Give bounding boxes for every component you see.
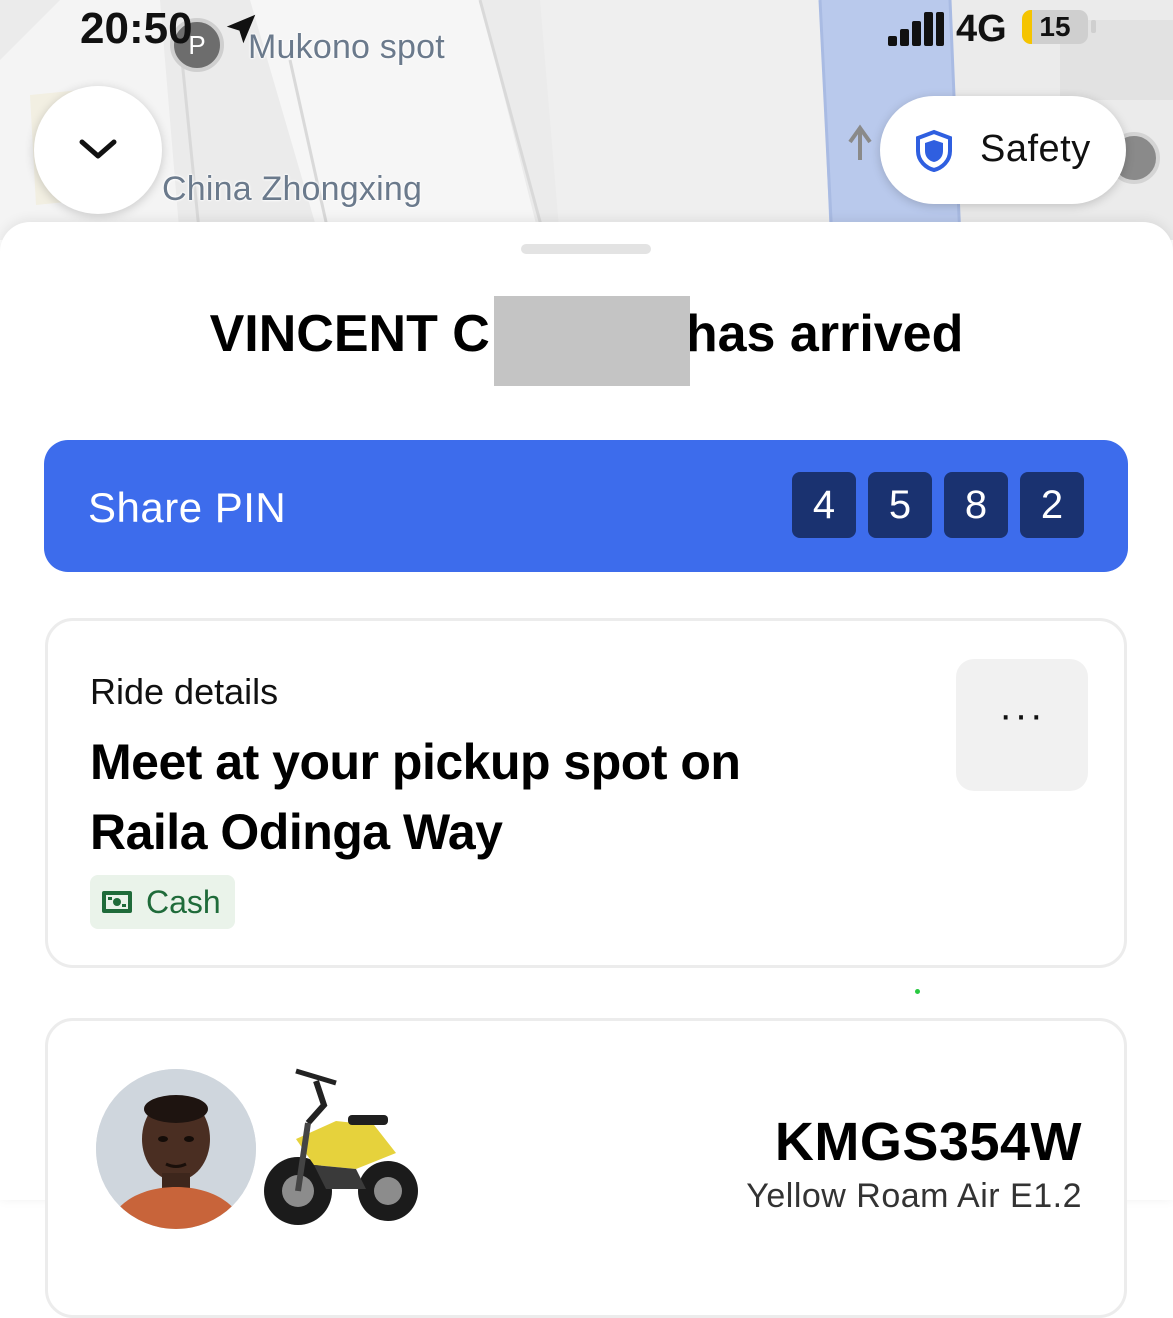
- ride-details-card[interactable]: Ride details Meet at your pickup spot on…: [45, 618, 1127, 968]
- more-options-icon: ···: [999, 693, 1045, 737]
- headline-status: has arrived: [685, 305, 964, 363]
- redaction-box: [494, 296, 690, 386]
- share-pin-banner[interactable]: Share PIN 4 5 8 2: [44, 440, 1128, 572]
- pin-digit: 4: [792, 472, 856, 538]
- driver-avatar[interactable]: [96, 1069, 256, 1229]
- chevron-down-icon: [79, 139, 117, 159]
- headline-driver-name: VINCENT C: [209, 305, 490, 363]
- signal-bars-icon: [888, 12, 944, 46]
- driver-vehicle-card[interactable]: KMGS354W Yellow Roam Air E1.2: [45, 1018, 1127, 1318]
- collapse-button[interactable]: [34, 86, 162, 214]
- payment-method-badge[interactable]: Cash: [90, 875, 235, 929]
- pickup-instruction: Meet at your pickup spot on Raila Odinga…: [90, 734, 741, 860]
- share-pin-label: Share PIN: [88, 484, 287, 531]
- location-arrow-icon: [226, 14, 256, 44]
- motorcycle-image: [264, 1068, 418, 1225]
- sheet-grabber[interactable]: [521, 244, 651, 254]
- pin-digits: 4 5 8 2: [792, 472, 1084, 538]
- safety-button[interactable]: Safety: [880, 96, 1126, 204]
- pin-digit: 5: [868, 472, 932, 538]
- shield-icon: [916, 129, 952, 173]
- pin-digit: 2: [1020, 472, 1084, 538]
- battery-tip: [1091, 20, 1096, 33]
- indicator-dot: [915, 989, 920, 994]
- license-plate: KMGS354W: [774, 1112, 1082, 1172]
- ride-details-kicker: Ride details: [90, 671, 279, 712]
- safety-label: Safety: [980, 128, 1091, 170]
- payment-method-label: Cash: [146, 883, 221, 920]
- more-options-button[interactable]: ···: [956, 659, 1088, 791]
- map-label-china-zhongxing[interactable]: China Zhongxing: [162, 170, 422, 209]
- map-label-mukono-spot[interactable]: Mukono spot: [248, 28, 445, 67]
- battery-percent: 15: [1039, 11, 1071, 42]
- battery-indicator: 15: [1022, 10, 1088, 44]
- map-view[interactable]: P Mukono spot China Zhongxing 20:50 4G 1…: [0, 0, 1173, 240]
- status-time: 20:50: [80, 4, 193, 53]
- network-type: 4G: [956, 8, 1007, 50]
- cash-icon: [102, 891, 132, 913]
- driver-photo: [96, 1069, 256, 1229]
- trip-bottom-sheet: VINCENT C has arrived Share PIN 4 5 8 2 R…: [0, 222, 1173, 1318]
- pin-digit: 8: [944, 472, 1008, 538]
- vehicle-model: Yellow Roam Air E1.2: [746, 1177, 1082, 1215]
